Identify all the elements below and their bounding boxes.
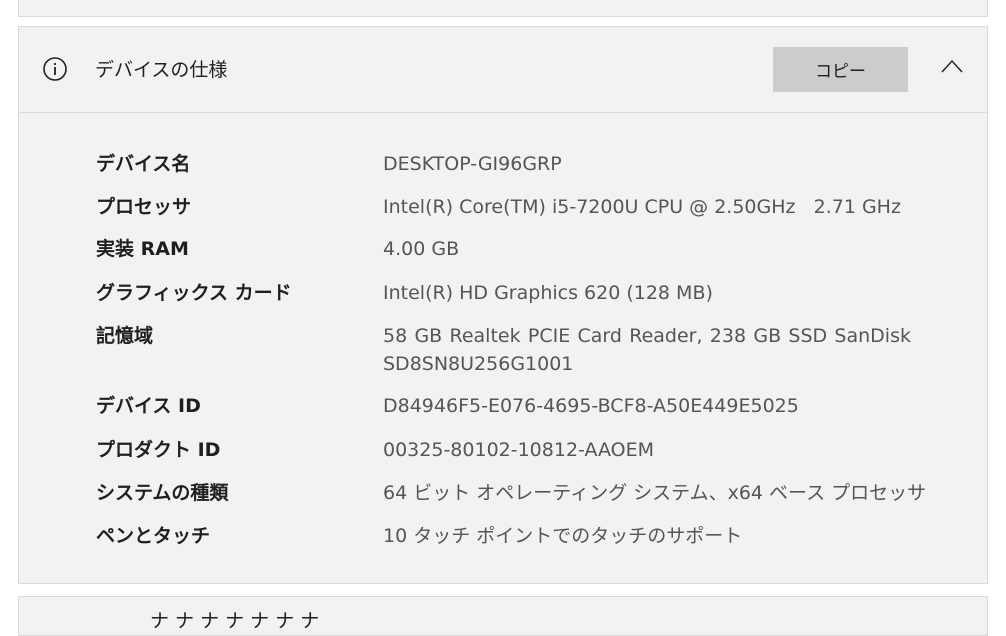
spec-label: プロセッサ: [96, 196, 192, 218]
spec-label: デバイス名: [96, 153, 191, 175]
next-section-title: ナ ナ ナ ナ ナ ナ ナ: [150, 610, 320, 632]
spec-label: 実装 RAM: [96, 238, 189, 260]
spec-label: システムの種類: [96, 482, 229, 504]
device-specs-panel: デバイスの仕様 コピー デバイス名 DESKTOP-GI96GRP プロセッサ …: [18, 26, 988, 584]
section-title: デバイスの仕様: [95, 59, 228, 81]
previous-card: [18, 0, 988, 17]
spec-value: Intel(R) Core(TM) i5-7200U CPU @ 2.50GHz…: [383, 196, 901, 218]
device-specs-header[interactable]: デバイスの仕様 コピー: [19, 27, 987, 113]
chevron-up-icon[interactable]: [941, 59, 963, 73]
spec-value: 10 タッチ ポイントでのタッチのサポート: [383, 525, 743, 547]
spec-value: DESKTOP-GI96GRP: [383, 153, 562, 175]
spec-value: 58 GB Realtek PCIE Card Reader, 238 GB S…: [383, 325, 911, 375]
spec-label: ペンとタッチ: [96, 525, 211, 547]
spec-value: 64 ビット オペレーティング システム、x64 ベース プロセッサ: [383, 482, 927, 504]
info-circle-icon: [43, 57, 67, 81]
spec-value: 00325-80102-10812-AAOEM: [383, 439, 655, 461]
copy-button[interactable]: コピー: [773, 47, 908, 92]
spec-label: プロダクト ID: [96, 439, 221, 461]
spec-value: Intel(R) HD Graphics 620 (128 MB): [383, 282, 713, 304]
spec-label: デバイス ID: [96, 395, 201, 417]
spec-value: D84946F5-E076-4695-BCF8-A50E449E5025: [383, 395, 799, 417]
spec-label: グラフィックス カード: [96, 282, 292, 304]
spec-label: 記憶域: [96, 325, 154, 347]
spec-value: 4.00 GB: [383, 238, 460, 260]
